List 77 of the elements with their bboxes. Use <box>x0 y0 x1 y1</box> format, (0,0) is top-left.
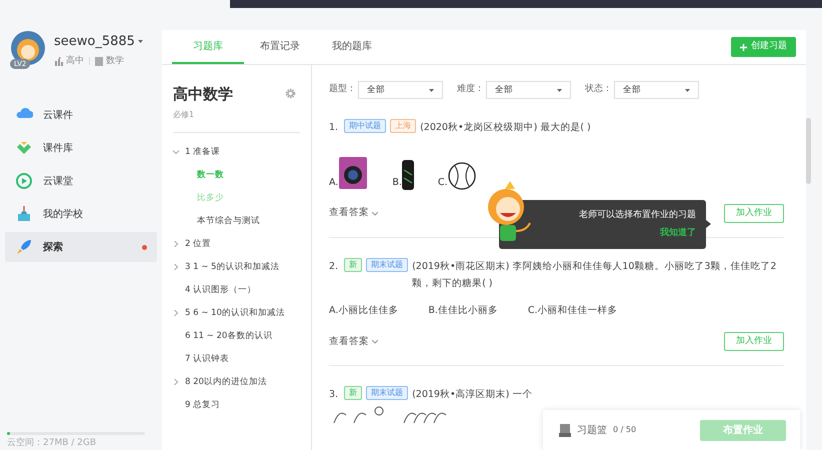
book-subtitle: 必修1 <box>173 108 196 120</box>
question-number: 1. <box>329 121 338 135</box>
chevron-icon <box>372 340 378 344</box>
book-icon <box>95 56 103 66</box>
storage-label: 云空间：27MB / 2GB <box>7 436 98 450</box>
tree-item[interactable]: 2 位置 <box>185 238 212 250</box>
scrollbar-thumb[interactable] <box>806 118 811 184</box>
plus-icon <box>740 44 747 50</box>
nav-item[interactable]: 我的学校 <box>5 199 157 229</box>
option-letter: C. <box>438 176 448 190</box>
tree-item[interactable]: 6 11 ~ 20各数的认识 <box>185 330 272 342</box>
tab[interactable]: 布置记录 <box>244 30 316 64</box>
subject-label: 数学 <box>106 54 124 68</box>
building-icon <box>54 56 63 66</box>
filter-label: 状态： <box>585 83 612 96</box>
can-picture <box>402 160 414 190</box>
basket-count: 0 / 50 <box>613 424 638 436</box>
school-icon <box>15 205 33 223</box>
stage-label: 高中 <box>66 54 84 68</box>
question-number: 2. <box>329 260 338 274</box>
play-icon <box>15 172 33 190</box>
tree-item[interactable]: 8 20以内的进位加法 <box>185 376 267 388</box>
option-text[interactable]: C.小丽和佳佳一样多 <box>528 304 618 318</box>
avatar[interactable] <box>10 30 46 66</box>
question-tag: 期中试题 <box>344 119 386 133</box>
tree-item[interactable]: 1 准备课 <box>185 146 220 158</box>
filter-select[interactable]: 全部 <box>358 81 443 99</box>
tip-text: 老师可以选择布置作业的习题 <box>579 208 696 222</box>
nav-item[interactable]: 探索 <box>5 232 157 262</box>
ball-picture <box>448 162 476 190</box>
filter-select[interactable]: 全部 <box>614 81 699 99</box>
caret-icon <box>685 88 690 92</box>
username[interactable]: seewo_5885 <box>54 32 135 52</box>
question-tag: 新 <box>344 386 362 400</box>
tree-item[interactable]: 7 认识钟表 <box>185 352 230 366</box>
view-answer-link[interactable]: 查看答案 <box>329 206 378 221</box>
tree-item[interactable]: 5 6 ~ 10的认识和加减法 <box>185 306 285 320</box>
book-title: 高中数学 <box>173 84 233 105</box>
washer-picture <box>338 156 368 190</box>
question-text: (2019秋•高淳区期末) 一个 <box>412 388 534 402</box>
chevron-icon <box>372 212 378 216</box>
filter-select[interactable]: 全部 <box>486 81 571 99</box>
chevron-icon[interactable] <box>173 149 179 155</box>
tree-item[interactable]: 9 总复习 <box>185 398 220 412</box>
nav-item[interactable]: 云课堂 <box>5 166 157 196</box>
filter-label: 难度： <box>457 83 484 96</box>
option-text[interactable]: A.小丽比佳佳多 <box>329 304 398 318</box>
chevron-icon[interactable] <box>173 379 179 385</box>
nav-item[interactable]: 课件库 <box>5 133 157 163</box>
heart-icon <box>15 139 33 157</box>
question-tag: 新 <box>344 258 362 272</box>
question-text: (2019秋•雨花区期末) 李阿姨给小丽和佳佳每人10颗糖。小丽吃了3颗，佳佳吃了2颗，剩下的糖果( ) <box>412 260 778 291</box>
question-text: (2020秋•龙岗区校级期中) 最大的是( ) <box>420 121 592 135</box>
question-tag: 期末试题 <box>366 386 408 400</box>
settings-icon[interactable] <box>285 88 296 99</box>
view-answer-link[interactable]: 查看答案 <box>329 334 378 349</box>
chevron-icon[interactable] <box>173 241 179 247</box>
tree-item[interactable]: 3 1 ~ 5的认识和加减法 <box>185 260 280 274</box>
chevron-icon[interactable] <box>173 310 179 316</box>
option-letter: B. <box>392 176 402 190</box>
nav-item[interactable]: 云课件 <box>5 100 157 130</box>
option-text[interactable]: B.佳佳比小丽多 <box>428 304 498 318</box>
got-it-link[interactable]: 我知道了 <box>660 227 696 240</box>
caret-icon <box>557 88 562 92</box>
filter-label: 题型： <box>329 83 356 96</box>
caret-icon[interactable] <box>138 40 143 44</box>
tray-icon <box>559 424 571 436</box>
question-tag: 上海 <box>390 119 416 133</box>
chevron-icon[interactable] <box>173 264 179 270</box>
option-letter: A. <box>329 176 338 190</box>
question-tag: 期末试题 <box>366 258 408 272</box>
question-number: 3. <box>329 388 338 402</box>
caret-icon <box>429 88 434 92</box>
tree-item[interactable]: 4 认识图形（一） <box>185 284 256 296</box>
tab[interactable]: 我的题库 <box>316 30 388 64</box>
basket-label: 习题篮 <box>577 424 607 438</box>
tree-item[interactable]: 本节综合与测试 <box>173 210 300 232</box>
